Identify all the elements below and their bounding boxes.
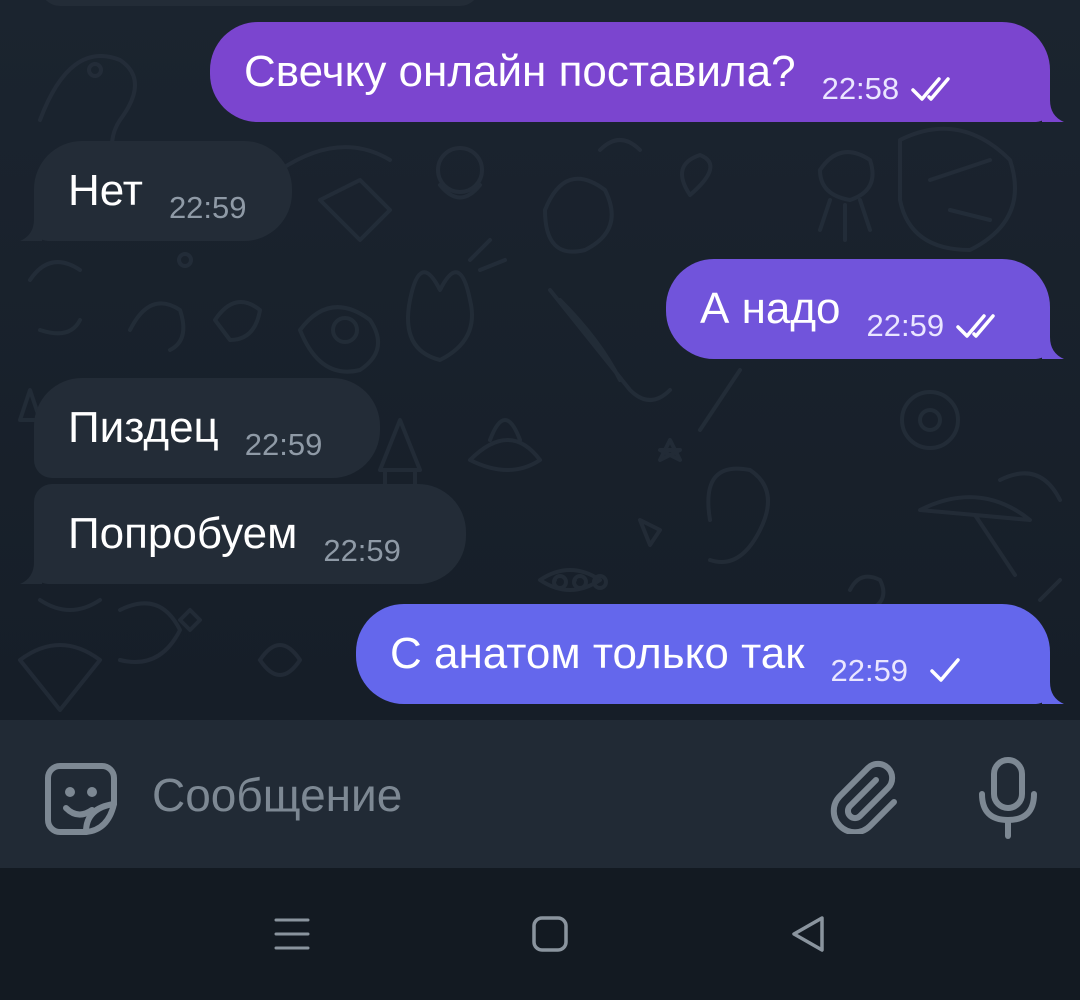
message-time: 22:59 — [323, 533, 401, 568]
message-time: 22:59 — [168, 190, 247, 225]
message-text: Попробуем — [68, 509, 298, 558]
message-bubble-incoming[interactable]: Нет 22:59 — [20, 141, 292, 241]
microphone-icon[interactable] — [974, 756, 1042, 840]
chat-area[interactable]: Свечку онлайн поставила? 22:58 Нет 22:59… — [0, 0, 1080, 720]
single-check-icon — [930, 658, 960, 682]
message-text: Нет — [68, 166, 143, 215]
bubble-tail — [1042, 100, 1064, 122]
bubble-tail — [20, 219, 42, 241]
message-bubble-incoming[interactable]: Попробуем 22:59 — [20, 484, 466, 584]
recent-apps-icon[interactable] — [270, 912, 314, 956]
home-icon[interactable] — [528, 912, 572, 956]
message-bubble-incoming[interactable]: Пиздец 22:59 — [34, 378, 380, 478]
bubble-tail — [20, 562, 42, 584]
back-icon[interactable] — [786, 912, 830, 956]
message-time: 22:58 — [821, 71, 900, 106]
sticker-icon[interactable] — [40, 758, 122, 840]
message-time: 22:59 — [244, 427, 323, 462]
message-time: 22:59 — [866, 308, 945, 343]
message-text: С анатом только так — [390, 629, 805, 678]
bubble-tail — [1042, 337, 1064, 359]
message-text: Свечку онлайн поставила? — [244, 47, 796, 96]
message-input[interactable]: Сообщение — [152, 768, 402, 822]
double-check-icon — [911, 77, 950, 101]
message-bubble-outgoing[interactable]: А надо 22:59 — [666, 259, 1064, 359]
double-check-icon — [956, 314, 995, 338]
paperclip-icon[interactable] — [826, 758, 902, 834]
message-text: А надо — [700, 284, 841, 333]
message-text: Пиздец — [68, 403, 219, 452]
previous-message-edge — [40, 0, 480, 6]
message-bubble-outgoing[interactable]: С анатом только так 22:59 — [356, 604, 1064, 704]
message-bubble-outgoing[interactable]: Свечку онлайн поставила? 22:58 — [210, 22, 1064, 122]
message-time: 22:59 — [830, 653, 909, 688]
bubble-tail — [1042, 682, 1064, 704]
